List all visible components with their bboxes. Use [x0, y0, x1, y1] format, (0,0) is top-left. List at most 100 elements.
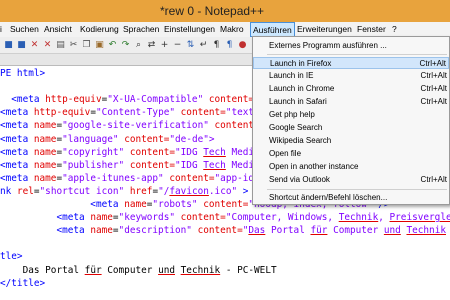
- code-token: <meta: [0, 107, 34, 119]
- code-token: "description": [118, 225, 192, 237]
- wrap-icon[interactable]: ↵: [198, 40, 209, 51]
- code-token: <meta: [0, 225, 91, 237]
- code-token: "apple-itunes-app": [62, 172, 164, 184]
- code-token: und: [383, 225, 401, 237]
- close-icon[interactable]: ✕: [29, 40, 40, 51]
- menu-item-ausfuehren[interactable]: Ausführen: [250, 22, 295, 37]
- code-token: für: [310, 225, 328, 237]
- code-token: name: [33, 146, 57, 158]
- code-token: "shortcut icon": [39, 185, 125, 197]
- menu-item-label: Launch in Chrome: [269, 84, 335, 93]
- menu-item-makro[interactable]: Makro: [220, 24, 244, 34]
- menu-separator: [267, 54, 447, 55]
- copy-icon[interactable]: ❐: [81, 40, 92, 51]
- menu-item-wikipedia-search[interactable]: Wikipedia Search: [253, 135, 449, 147]
- undo-icon[interactable]: ↶: [107, 40, 118, 51]
- menu-item-label: Launch in Firefox: [270, 59, 332, 68]
- menu-item-ansicht[interactable]: Ansicht: [44, 24, 72, 34]
- run-menu-dropdown: Externes Programm ausführen ... Launch in…: [252, 36, 450, 205]
- code-token: Das Portal: [0, 264, 85, 276]
- code-line: <meta http-equiv="X-UA-Compatible" conte…: [0, 94, 254, 105]
- menu-item-label: Open in another instance: [269, 162, 359, 171]
- code-token: "Computer, Windows,: [225, 212, 339, 224]
- code-token: http-equiv: [45, 94, 102, 106]
- redo-icon[interactable]: ↷: [120, 40, 131, 51]
- menu-item-get-php-help[interactable]: Get php help: [253, 109, 449, 121]
- code-token: und: [158, 264, 175, 276]
- menu-item-shortcut: Ctrl+Alt: [419, 59, 446, 68]
- replace-icon[interactable]: ⇄: [146, 40, 157, 51]
- code-token: "copyright": [62, 146, 125, 158]
- code-token: content=: [191, 225, 243, 237]
- menu-item-label: Launch in Safari: [269, 97, 327, 106]
- menu-item-send-via-outlook[interactable]: Send via Outlook Ctrl+Alt: [253, 174, 449, 186]
- menu-item-erweiterungen[interactable]: Erweiterungen: [297, 24, 352, 34]
- print-icon[interactable]: ▤: [55, 40, 66, 51]
- zoom-out-icon[interactable]: −: [172, 40, 183, 51]
- menu-item-shortcut-ndern-befehl-l-schen[interactable]: Shortcut ändern/Befehl löschen...: [253, 192, 449, 204]
- show-all-icon[interactable]: ¶: [224, 40, 235, 51]
- save-all-icon[interactable]: ■: [16, 40, 27, 51]
- code-token: Technik: [338, 212, 379, 224]
- sync-icon[interactable]: ⇅: [185, 40, 196, 51]
- menu-item-label: Launch in IE: [269, 71, 314, 80]
- menu-item-fenster[interactable]: Fenster: [357, 24, 386, 34]
- code-token: <meta: [0, 94, 46, 106]
- code-token: "language": [62, 133, 119, 145]
- code-token: <meta: [0, 133, 34, 145]
- code-token: <meta: [0, 146, 34, 158]
- code-token: name: [90, 225, 113, 237]
- code-token: Computer: [101, 264, 159, 276]
- code-line: nk rel="shortcut icon" href="/favicon.ic…: [0, 186, 248, 197]
- menu-item-launch-in-chrome[interactable]: Launch in Chrome Ctrl+Alt: [253, 83, 449, 95]
- menu-item-label: Externes Programm ausführen ...: [269, 41, 387, 50]
- menu-item-launch-in-firefox[interactable]: Launch in Firefox Ctrl+Alt: [253, 57, 449, 69]
- code-token: mi: [446, 225, 450, 236]
- menu-item-label: Get php help: [269, 110, 315, 119]
- menu-item-open-in-another-instance[interactable]: Open in another instance: [253, 161, 449, 173]
- code-token: href: [124, 185, 153, 197]
- code-token: Computer: [327, 225, 384, 237]
- code-token: Das: [248, 225, 266, 237]
- menu-item-label: Wikipedia Search: [269, 136, 332, 145]
- code-token: Preisvergleich: [389, 212, 450, 224]
- cut-icon[interactable]: ✂: [68, 40, 79, 51]
- code-token: ,: [378, 212, 390, 224]
- macro-record-icon[interactable]: ●: [237, 40, 248, 51]
- menu-item-einstellungen[interactable]: Einstellungen: [164, 24, 215, 34]
- code-token: "IDG: [175, 159, 204, 171]
- menu-item-label: Open file: [269, 149, 302, 158]
- code-token: content=: [163, 172, 215, 184]
- window-title: *rew 0 - Notepad++: [160, 4, 265, 18]
- menu-item-google-search[interactable]: Google Search: [253, 122, 449, 134]
- code-token: Technik: [180, 264, 221, 276]
- menu-item-shortcut: Ctrl+Alt: [420, 84, 447, 93]
- paste-icon[interactable]: ▣: [94, 40, 105, 51]
- title-bar: *rew 0 - Notepad++: [0, 0, 450, 22]
- code-token: nk: [0, 185, 17, 197]
- menu-item-open-file[interactable]: Open file: [253, 148, 449, 160]
- code-token: name: [33, 172, 57, 184]
- code-token: .ico": [208, 185, 238, 197]
- close-all-icon[interactable]: ✕: [42, 40, 53, 51]
- menu-item-shortcut: Ctrl+Alt: [420, 97, 447, 106]
- menu-item-externes-programm-ausf-hren[interactable]: Externes Programm ausführen ...: [253, 40, 449, 52]
- code-line: </title>: [0, 278, 45, 289]
- indent-guide-icon[interactable]: ¶: [211, 40, 222, 51]
- menu-item-launch-in-safari[interactable]: Launch in Safari Ctrl+Alt: [253, 96, 449, 108]
- find-icon[interactable]: ⌕: [133, 40, 144, 51]
- menu-bar: i Suchen Ansicht Kodierung Sprachen Eins…: [0, 22, 450, 37]
- menu-item-launch-in-ie[interactable]: Launch in IE Ctrl+Alt: [253, 70, 449, 82]
- code-line: Das Portal für Computer und Technik - PC…: [0, 265, 277, 276]
- zoom-in-icon[interactable]: +: [159, 40, 170, 51]
- menu-item-suchen[interactable]: Suchen: [10, 24, 39, 34]
- save-icon[interactable]: ■: [3, 40, 14, 51]
- code-line: <meta name="description" content="Das Po…: [0, 225, 450, 236]
- code-line: <meta name="language" content="de-de">: [0, 134, 215, 145]
- menu-item-i[interactable]: i: [0, 24, 2, 34]
- code-token: content=: [203, 94, 255, 106]
- code-token: name: [124, 199, 147, 210]
- menu-item-help[interactable]: ?: [392, 24, 397, 34]
- menu-item-kodierung[interactable]: Kodierung: [80, 24, 119, 34]
- menu-item-sprachen[interactable]: Sprachen: [123, 24, 159, 34]
